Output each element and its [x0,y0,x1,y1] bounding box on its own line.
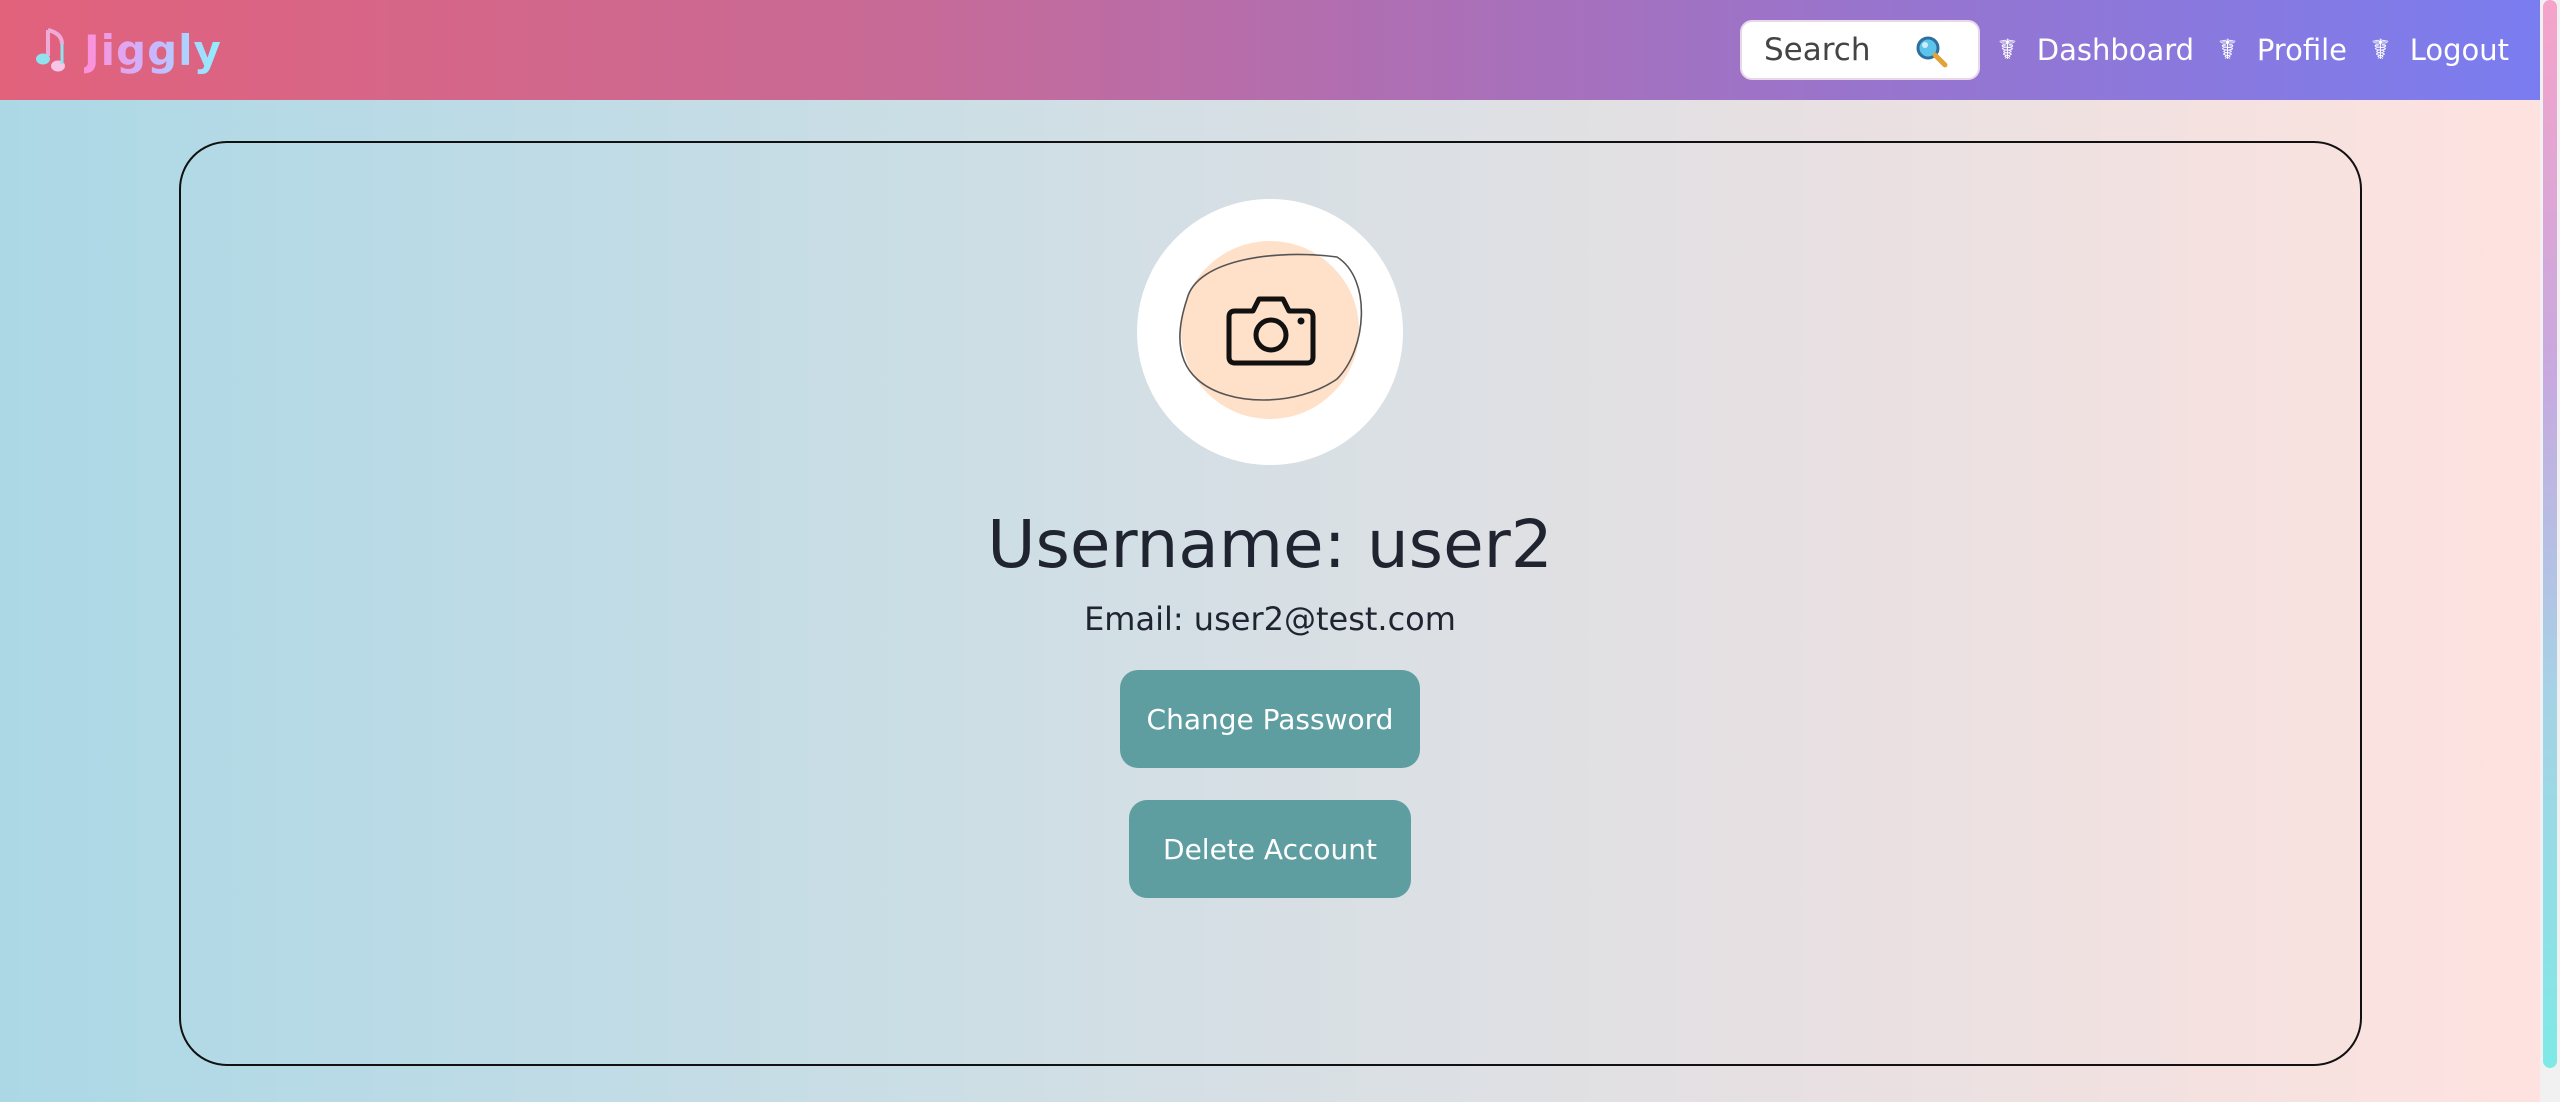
nav-label-profile[interactable]: Profile [2257,33,2347,67]
scrollbar-thumb[interactable] [2543,0,2557,1068]
nav-item-dashboard[interactable]: ☤ Dashboard [1998,33,2194,67]
profile-username: Username: user2 [987,506,1553,583]
top-navbar: Jiggly ☤ Dashboard ☤ Profile ☤ Logout [0,0,2540,100]
nav-links: ☤ Dashboard ☤ Profile ☤ Logout [1998,24,2509,76]
magnifier-icon[interactable] [1914,34,1948,68]
search-box[interactable] [1740,20,1980,80]
avatar[interactable] [1137,199,1403,465]
delete-account-button[interactable]: Delete Account [1129,800,1411,898]
nav-label-dashboard[interactable]: Dashboard [2037,33,2194,67]
page-scrollbar[interactable] [2540,0,2560,1102]
change-password-button[interactable]: Change Password [1120,670,1420,768]
brand-logo[interactable]: Jiggly [34,18,222,82]
search-input[interactable] [1764,32,1904,68]
caduceus-icon: ☤ [2218,33,2237,66]
nav-label-logout[interactable]: Logout [2410,33,2509,67]
brand-name: Jiggly [84,25,222,75]
caduceus-icon: ☤ [2370,33,2390,66]
nav-item-logout[interactable]: ☤ Logout [2371,33,2509,67]
camera-icon [1226,296,1316,366]
profile-email: Email: user2@test.com [1084,600,1456,638]
music-note-icon [36,28,65,72]
caduceus-icon: ☤ [1998,33,2017,66]
nav-item-profile[interactable]: ☤ Profile [2218,33,2347,67]
